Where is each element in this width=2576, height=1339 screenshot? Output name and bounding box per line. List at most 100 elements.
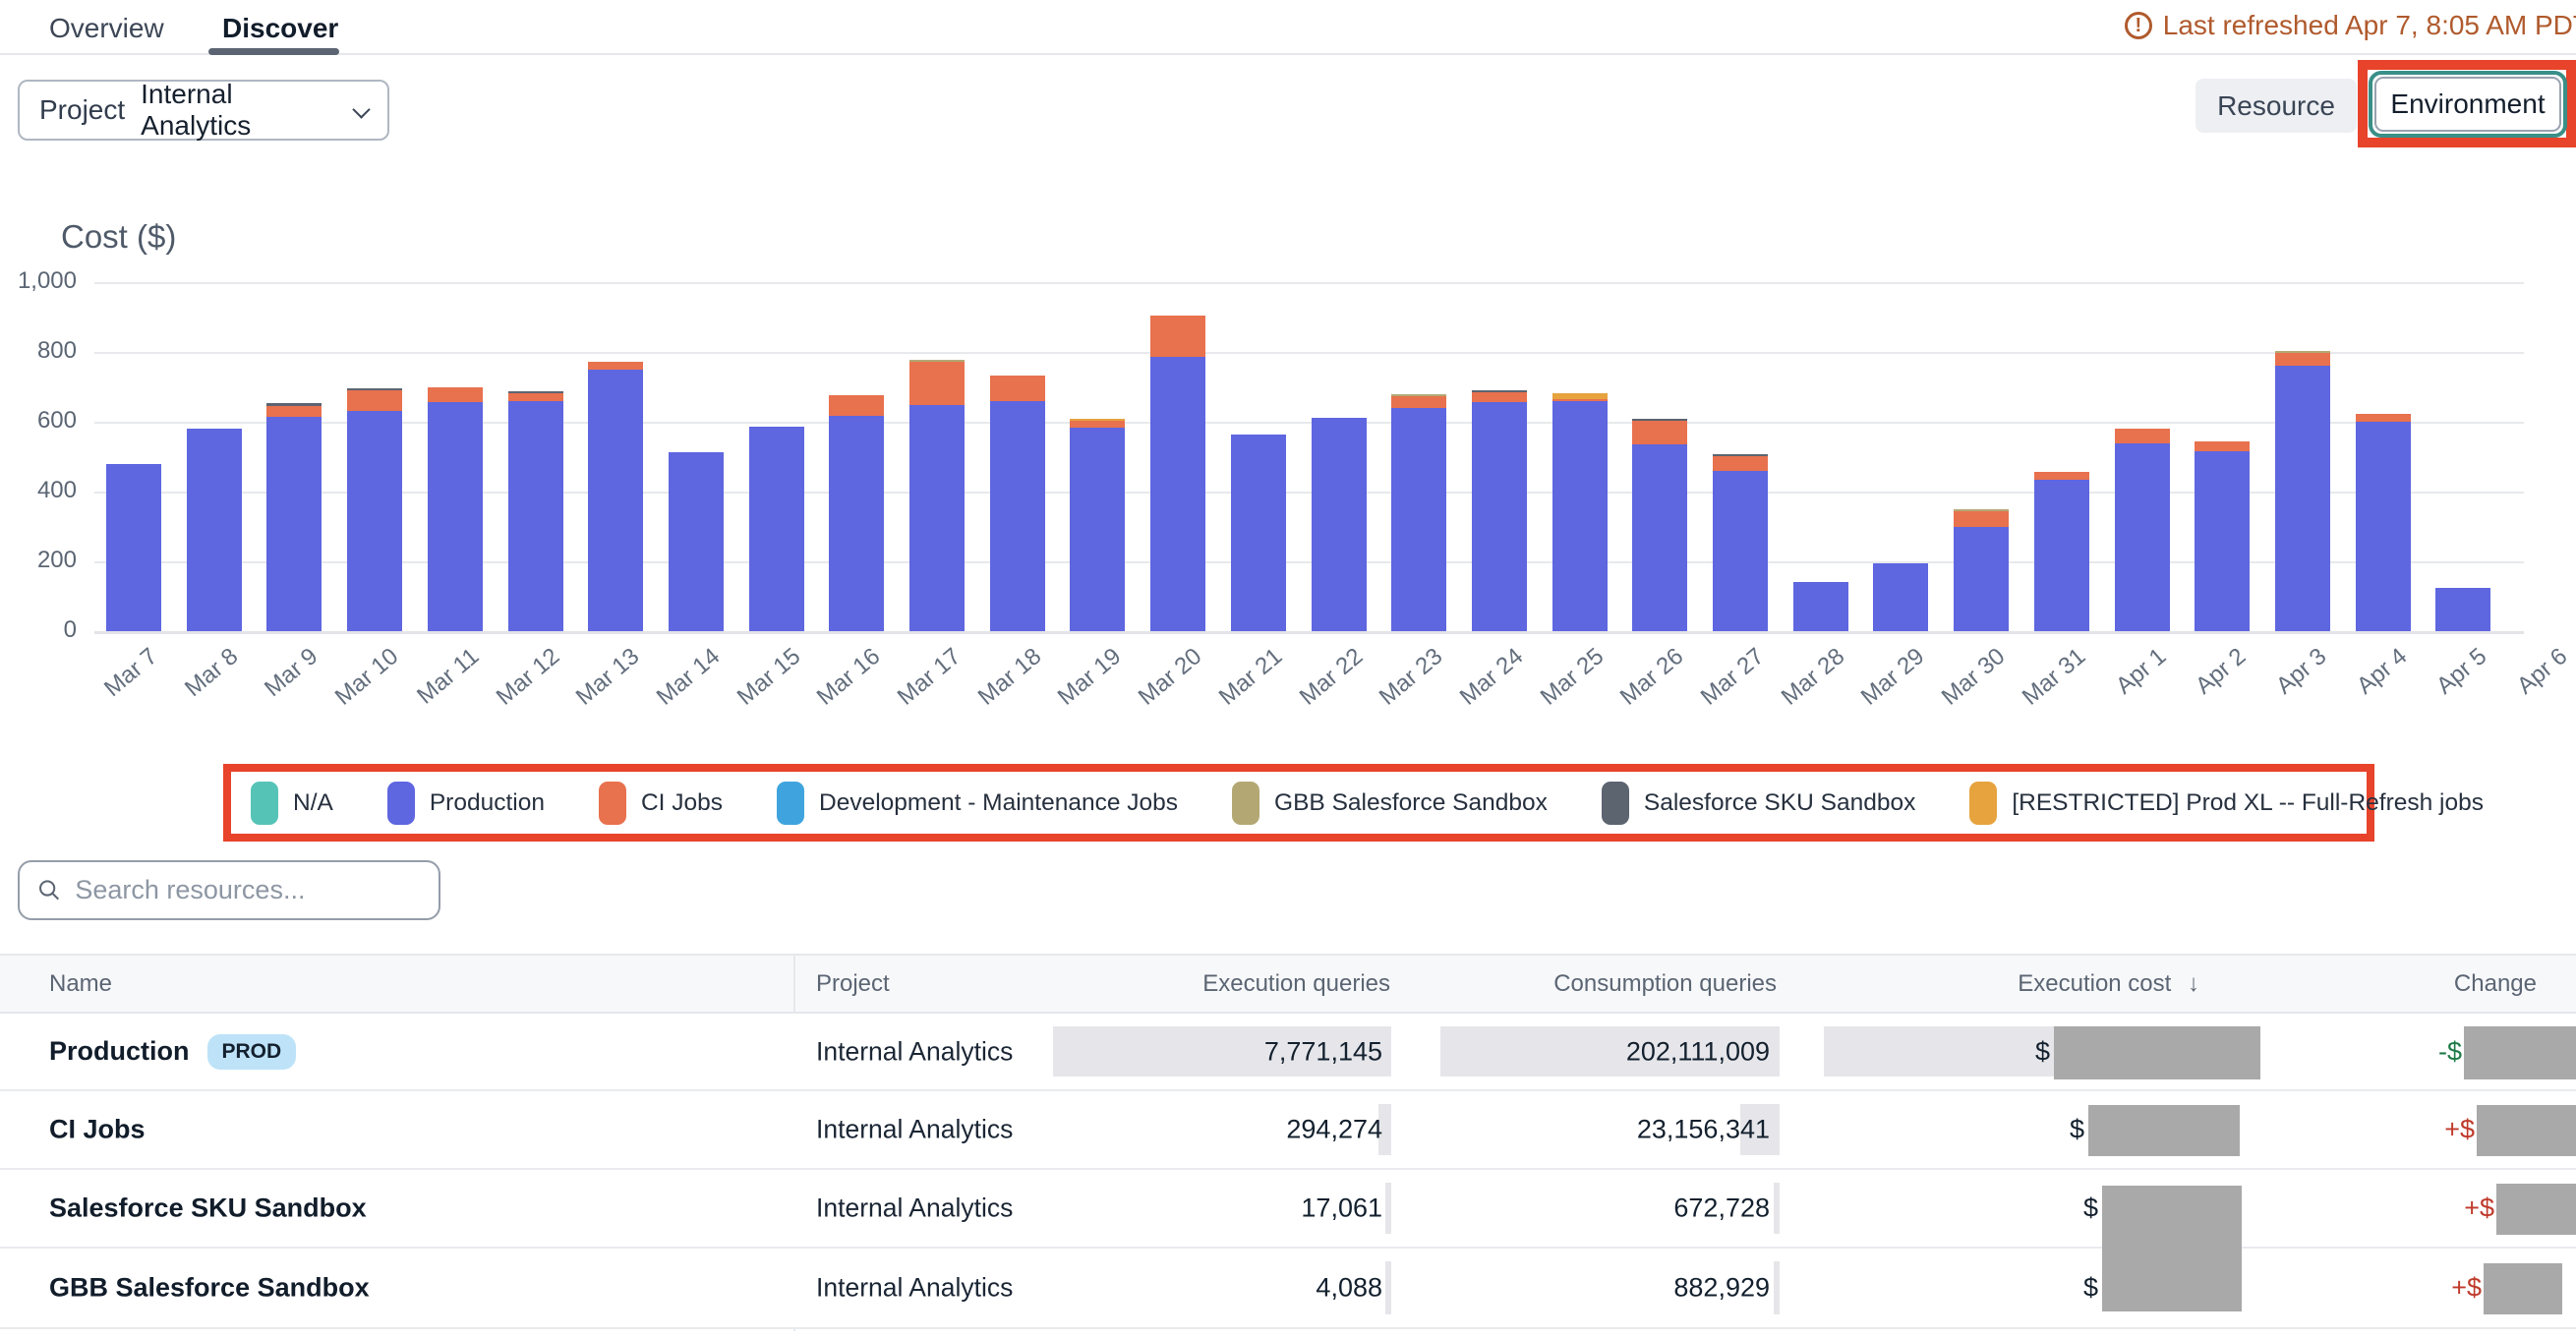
x-axis-tick-label: Mar 11 <box>384 643 485 733</box>
legend-swatch-sku <box>1602 782 1629 825</box>
col-header-execution-cost[interactable]: Execution cost ↓ <box>1806 970 2199 998</box>
bar-segment-gbb <box>1954 509 2009 511</box>
consumption-queries-value: 202,111,009 <box>1376 1036 1770 1067</box>
bar-segment-production <box>909 405 965 631</box>
bar-segment-sku <box>1713 454 1768 456</box>
redacted-change-value <box>2496 1184 2576 1235</box>
cost-dashboard-page: Overview Discover ! Last refreshed Apr 7… <box>0 0 2576 1339</box>
y-axis-tick-label: 600 <box>0 407 77 435</box>
bar-segment-restricted <box>1070 419 1125 421</box>
bar-segment-sku <box>266 403 322 406</box>
table-header-row: Name Project Execution queries Consumpti… <box>0 954 2576 1014</box>
prod-badge: PROD <box>207 1034 297 1070</box>
bar-segment-ci <box>990 376 1045 401</box>
bar-segment-production <box>428 402 483 631</box>
change-prefix: -$ <box>2397 1036 2462 1067</box>
legend-item[interactable]: [RESTRICTED] Prod XL -- Full-Refresh job… <box>1969 782 2484 825</box>
bar-segment-ci <box>2356 414 2411 422</box>
bar-segment-ci <box>909 362 965 405</box>
cost-stacked-bar-chart: 02004006008001,000Mar 7Mar 8Mar 9Mar 10M… <box>0 0 2576 747</box>
bar-segment-ci <box>1472 392 1527 402</box>
x-axis-tick-label: Mar 21 <box>1188 643 1288 733</box>
bar-segment-ci <box>1632 421 1687 444</box>
resource-name: ProductionPROD <box>49 1034 296 1070</box>
bar-segment-ci <box>1552 399 1608 401</box>
bar-segment-gbb <box>1391 394 1446 396</box>
legend-label: N/A <box>293 789 333 817</box>
environment-toggle-button[interactable]: Environment <box>2374 77 2561 132</box>
bar-segment-ci <box>1391 396 1446 408</box>
bar-segment-production <box>1954 527 2009 631</box>
bar-segment-sku <box>508 391 563 393</box>
execution-cost-prefix: $ <box>2011 1036 2050 1067</box>
bar-segment-sku <box>347 388 402 390</box>
bar-segment-gbb <box>2275 351 2330 353</box>
x-axis-tick-label: Mar 10 <box>304 643 404 733</box>
legend-swatch-production <box>387 782 415 825</box>
bar-segment-production <box>1552 401 1608 631</box>
bar-segment-production <box>347 411 402 631</box>
table-row-production[interactable]: ProductionPRODInternal Analytics7,771,14… <box>0 1014 2576 1091</box>
bar-segment-production <box>990 401 1045 631</box>
search-icon <box>37 877 61 903</box>
execution-queries-value: 7,771,145 <box>983 1036 1382 1067</box>
col-header-execution-queries: Execution queries <box>997 970 1390 998</box>
execution-cost-prefix: $ <box>2059 1193 2098 1224</box>
bar-segment-production <box>2275 366 2330 631</box>
legend-item[interactable]: CI Jobs <box>599 782 723 825</box>
redacted-cost-value <box>2088 1105 2240 1156</box>
legend-item[interactable]: Development - Maintenance Jobs <box>777 782 1178 825</box>
bar-segment-ci <box>2034 472 2089 480</box>
bar-segment-production <box>508 401 563 631</box>
gridline-800 <box>94 352 2524 354</box>
legend-label: Salesforce SKU Sandbox <box>1644 789 1915 817</box>
bar-segment-production <box>2034 480 2089 631</box>
execution-cost-prefix: $ <box>2059 1273 2098 1304</box>
bar-segment-ci <box>1070 421 1125 428</box>
change-prefix: +$ <box>2410 1115 2475 1145</box>
bar-segment-ci <box>347 390 402 411</box>
change-prefix: +$ <box>2430 1193 2494 1224</box>
y-axis-tick-label: 0 <box>0 616 77 644</box>
legend-label: GBB Salesforce Sandbox <box>1274 789 1548 817</box>
bar-segment-ci <box>508 393 563 401</box>
search-input[interactable] <box>75 875 421 905</box>
bar-segment-production <box>749 427 804 631</box>
x-axis-tick-label: Mar 24 <box>1429 643 1529 733</box>
consumption-queries-value: 882,929 <box>1376 1273 1770 1304</box>
bar-segment-ci <box>829 395 884 416</box>
col-header-name: Name <box>49 970 112 998</box>
legend-item[interactable]: Salesforce SKU Sandbox <box>1602 782 1915 825</box>
resource-search-box <box>18 860 440 920</box>
redacted-cost-value-shared <box>2102 1186 2242 1311</box>
y-axis-tick-label: 800 <box>0 337 77 365</box>
y-axis-tick-label: 200 <box>0 547 77 574</box>
x-axis-tick-label: Apr 6 <box>2473 643 2573 733</box>
bar-segment-production <box>669 452 724 631</box>
bar-segment-ci <box>428 387 483 402</box>
x-axis-tick-label: Mar 30 <box>1910 643 2011 733</box>
bar-segment-ci <box>2275 353 2330 366</box>
col-header-project: Project <box>816 970 890 998</box>
y-axis-tick-label: 1,000 <box>0 267 77 295</box>
bar-segment-production <box>1070 428 1125 631</box>
legend-label: Development - Maintenance Jobs <box>819 789 1178 817</box>
table-row-ci-jobs[interactable]: CI JobsInternal Analytics294,27423,156,3… <box>0 1091 2576 1170</box>
legend-item[interactable]: N/A <box>251 782 333 825</box>
annotation-box-legend: N/A Production CI Jobs Development - Mainte… <box>223 764 2374 842</box>
execution-cost-prefix: $ <box>2045 1115 2084 1145</box>
redacted-change-value <box>2477 1105 2576 1156</box>
execution-queries-value: 17,061 <box>983 1193 1382 1224</box>
col-header-change: Change <box>2143 970 2537 998</box>
consumption-queries-bar <box>1774 1183 1780 1234</box>
execution-queries-value: 294,274 <box>983 1115 1382 1145</box>
resource-name: CI Jobs <box>49 1115 146 1145</box>
redacted-cost-value <box>2054 1026 2260 1079</box>
bar-segment-ci <box>2115 429 2170 443</box>
gridline-0 <box>94 631 2524 634</box>
legend-item[interactable]: GBB Salesforce Sandbox <box>1232 782 1548 825</box>
legend-item[interactable]: Production <box>387 782 545 825</box>
resource-name: GBB Salesforce Sandbox <box>49 1273 370 1304</box>
legend-swatch-restricted <box>1969 782 1997 825</box>
bar-segment-sku <box>1632 419 1687 421</box>
